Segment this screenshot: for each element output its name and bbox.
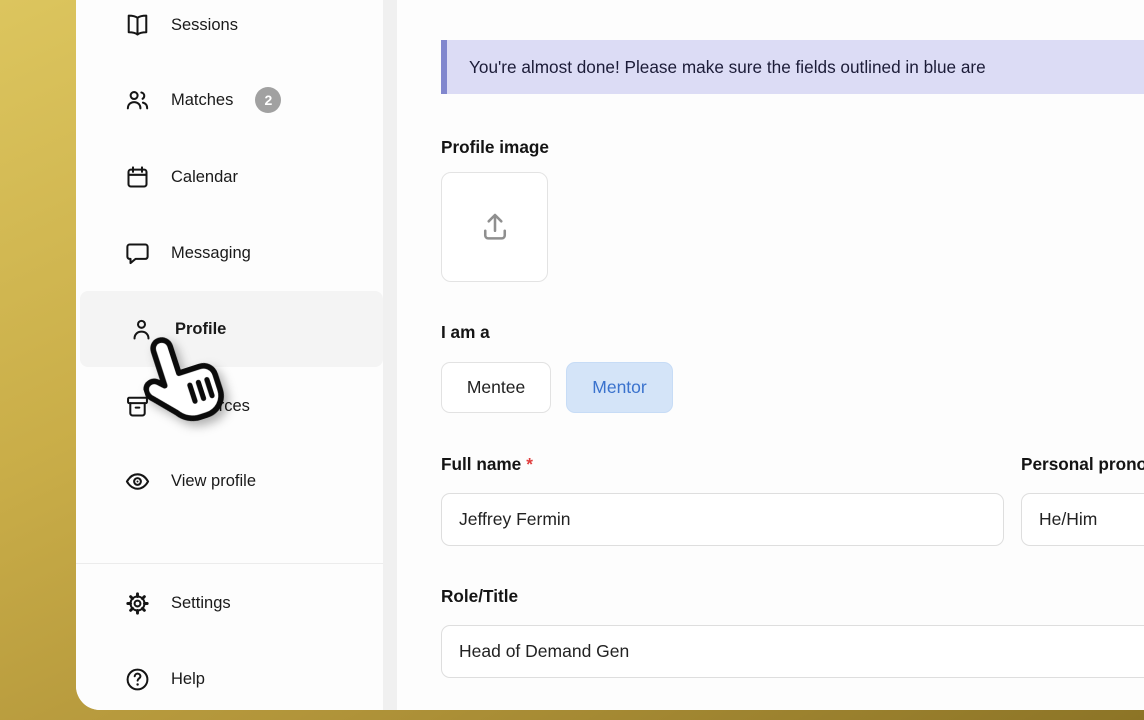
sidebar-item-calendar[interactable]: Calendar xyxy=(76,139,383,215)
full-name-value: Jeffrey Fermin xyxy=(459,509,571,530)
sidebar-item-messaging[interactable]: Messaging xyxy=(76,215,383,291)
open-book-icon xyxy=(124,12,151,39)
matches-count-badge: 2 xyxy=(255,87,281,113)
person-icon xyxy=(128,316,155,343)
upload-icon xyxy=(477,209,513,245)
profile-image-label: Profile image xyxy=(441,137,549,158)
personal-pronouns-input[interactable]: He/Him xyxy=(1021,493,1144,546)
personal-pronouns-label: Personal pronouns xyxy=(1021,454,1144,475)
sidebar-item-view-profile[interactable]: View profile xyxy=(76,443,383,519)
i-am-a-label: I am a xyxy=(441,322,490,343)
sidebar-item-label: Sessions xyxy=(171,16,238,35)
sidebar-item-label: View profile xyxy=(171,472,256,491)
sidebar-item-label: Help xyxy=(171,670,205,689)
role-title-input[interactable]: Head of Demand Gen xyxy=(441,625,1144,678)
info-banner: You're almost done! Please make sure the… xyxy=(441,40,1144,94)
role-title-value: Head of Demand Gen xyxy=(459,641,629,662)
personal-pronouns-value: He/Him xyxy=(1039,509,1097,530)
mentor-button[interactable]: Mentor xyxy=(566,362,673,413)
sidebar-item-help[interactable]: Help xyxy=(76,641,383,710)
sidebar-item-settings[interactable]: Settings xyxy=(76,565,383,641)
profile-image-upload[interactable] xyxy=(441,172,548,282)
sidebar-item-label: Profile xyxy=(175,320,226,339)
required-asterisk: * xyxy=(526,454,533,474)
archive-box-icon xyxy=(124,393,151,420)
app-window: Sessions Matches 2 Calendar Messaging xyxy=(76,0,1144,710)
full-name-label: Full name* xyxy=(441,454,533,475)
question-circle-icon xyxy=(124,666,151,693)
sidebar-item-label: Resources xyxy=(171,397,250,416)
mentor-button-label: Mentor xyxy=(592,377,646,398)
sidebar-item-label: Messaging xyxy=(171,244,251,263)
sidebar-divider xyxy=(76,563,397,564)
calendar-icon xyxy=(124,164,151,191)
mentee-button-label: Mentee xyxy=(467,377,525,398)
users-icon xyxy=(124,87,151,114)
gear-icon xyxy=(124,590,151,617)
full-name-input[interactable]: Jeffrey Fermin xyxy=(441,493,1004,546)
sidebar-item-profile[interactable]: Profile xyxy=(80,291,383,367)
eye-icon xyxy=(124,468,151,495)
sidebar-item-label: Calendar xyxy=(171,168,238,187)
sidebar-item-resources[interactable]: Resources xyxy=(76,368,383,444)
sidebar-item-label: Settings xyxy=(171,594,231,613)
mentee-button[interactable]: Mentee xyxy=(441,362,551,413)
chat-bubble-icon xyxy=(124,240,151,267)
banner-text: You're almost done! Please make sure the… xyxy=(469,57,986,78)
role-title-label: Role/Title xyxy=(441,586,518,607)
sidebar: Sessions Matches 2 Calendar Messaging xyxy=(76,0,383,710)
sidebar-item-label: Matches xyxy=(171,91,233,110)
sidebar-item-sessions[interactable]: Sessions xyxy=(76,0,383,63)
sidebar-item-matches[interactable]: Matches 2 xyxy=(76,62,383,138)
sidebar-scrollbar[interactable] xyxy=(383,0,397,710)
